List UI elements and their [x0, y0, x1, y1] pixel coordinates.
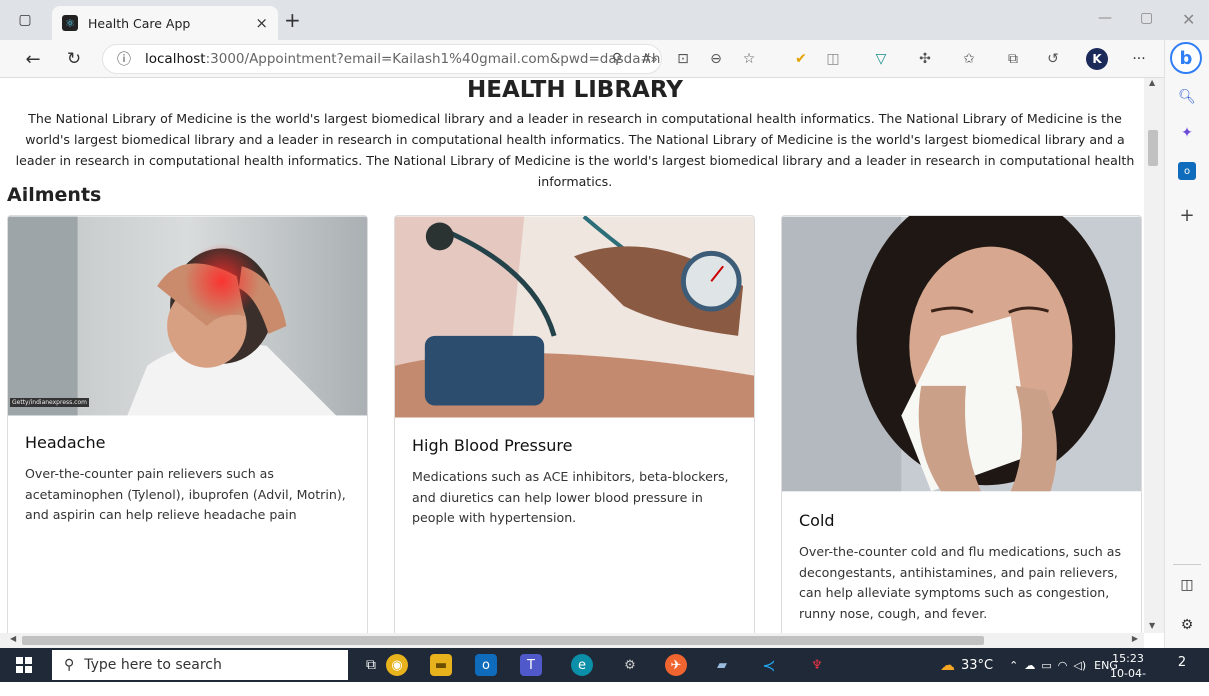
edge-icon[interactable]: e	[571, 654, 593, 676]
headache-image	[8, 216, 367, 416]
scroll-up-arrow-icon[interactable]: ▲	[1149, 78, 1155, 87]
clock-date: 10-04-2023	[1110, 667, 1146, 695]
ailment-card-cold[interactable]: Cold Over-the-counter cold and flu medic…	[781, 215, 1142, 633]
extension-shield-icon[interactable]: ▽	[870, 48, 892, 70]
search-icon[interactable]: 🔍︎	[1176, 86, 1198, 108]
windows-start-icon[interactable]	[16, 657, 32, 673]
system-tray: ☁ 33°C ⌃ ☁ ▭ ◠ ◁) ENG	[940, 648, 1118, 682]
close-window-icon[interactable]: ✕	[1182, 10, 1195, 29]
more-options-icon[interactable]: ···	[1128, 48, 1150, 70]
weather-icon[interactable]: ☁	[940, 656, 955, 674]
minimize-icon[interactable]: —	[1098, 10, 1112, 26]
url-host: localhost	[145, 51, 206, 67]
card-title: High Blood Pressure	[412, 436, 573, 455]
card-text: Over-the-counter pain relievers such as …	[25, 466, 346, 522]
scroll-down-arrow-icon[interactable]: ▼	[1149, 621, 1155, 630]
add-sidebar-app-icon[interactable]: +	[1176, 204, 1198, 226]
collections-icon[interactable]: ⧉	[1002, 48, 1024, 70]
card-title: Cold	[799, 511, 835, 530]
git-tool-icon[interactable]: ♆	[806, 654, 828, 676]
new-tab-button[interactable]: +	[284, 8, 301, 32]
tab-bar: ▢ ⚛ Health Care App × + — ▢ ✕	[0, 0, 1209, 40]
back-arrow-icon[interactable]: ←	[22, 48, 44, 70]
edge-sidebar: 🔍︎ ✦ o + ◫ ⚙	[1164, 40, 1209, 648]
tab-title: Health Care App	[88, 15, 191, 31]
site-info-icon[interactable]: ⓘ	[117, 49, 131, 69]
wifi-icon[interactable]: ◠	[1058, 659, 1068, 672]
chrome-icon[interactable]: ◉	[386, 654, 408, 676]
taskbar-search-placeholder: Type here to search	[84, 657, 222, 673]
task-view-icon[interactable]: ⧉	[360, 654, 382, 676]
postman-icon[interactable]: ✈	[665, 654, 687, 676]
onedrive-cloud-icon[interactable]: ☁	[1024, 659, 1035, 672]
vertical-scrollbar[interactable]: ▲ ▼	[1144, 78, 1164, 633]
show-hidden-icons-chevron-icon[interactable]: ⌃	[1009, 659, 1018, 672]
blood-pressure-image	[395, 216, 754, 418]
sidebar-divider	[1173, 564, 1201, 565]
weather-temperature[interactable]: 33°C	[961, 658, 993, 673]
ailment-card-high-blood-pressure[interactable]: High Blood Pressure Medications such as …	[394, 215, 755, 633]
battery-icon[interactable]: ▭	[1041, 659, 1051, 672]
extensions-puzzle-icon[interactable]: ✣	[914, 48, 936, 70]
settings-gear-icon[interactable]: ⚙	[619, 654, 641, 676]
taskbar-clock[interactable]: 15:23 10-04-2023	[1098, 651, 1158, 696]
windows-taskbar: ⚲ Type here to search ⧉ ◉ ▬ o T e ⚙ ✈ ▰ …	[0, 648, 1209, 695]
horizontal-scroll-thumb[interactable]	[22, 636, 984, 645]
taskbar-search-input[interactable]: ⚲ Type here to search	[52, 650, 348, 680]
vscode-icon[interactable]: ≺	[758, 654, 780, 676]
passwords-key-icon[interactable]: ⚲	[606, 48, 628, 70]
extension-n-icon[interactable]: ◫	[822, 48, 844, 70]
url-path: :3000/Appointment?email=Kailash1%40gmail…	[205, 51, 662, 67]
page-viewport: HEALTH LIBRARY The National Library of M…	[0, 78, 1144, 633]
horizontal-scrollbar[interactable]: ◀ ▶	[0, 633, 1144, 648]
scroll-left-arrow-icon[interactable]: ◀	[10, 634, 16, 643]
sidebar-settings-gear-icon[interactable]: ⚙	[1176, 614, 1198, 636]
page-title: HEALTH LIBRARY	[467, 78, 683, 103]
react-favicon-icon: ⚛	[62, 15, 78, 31]
teams-icon[interactable]: T	[520, 654, 542, 676]
read-aloud-icon[interactable]: A»	[639, 48, 661, 70]
immersive-reader-icon[interactable]: ⊡	[672, 48, 694, 70]
bing-chat-icon[interactable]: b	[1170, 42, 1202, 74]
outlook-icon[interactable]: o	[475, 654, 497, 676]
browser-tab[interactable]: ⚛ Health Care App ×	[52, 6, 278, 40]
notification-count: 2	[1177, 655, 1187, 670]
navigation-bar: ← ↻ ⓘ localhost :3000/Appointment?email=…	[0, 40, 1209, 78]
ailment-card-headache[interactable]: Getty/indianexpress.com Headache Over-th…	[7, 215, 368, 633]
volume-icon[interactable]: ◁)	[1073, 659, 1086, 672]
tab-actions-icon[interactable]: ▢	[14, 9, 36, 31]
library-intro-text: The National Library of Medicine is the …	[15, 111, 1135, 189]
favorite-add-icon[interactable]: ☆	[738, 48, 760, 70]
tab-close-icon[interactable]: ×	[255, 14, 268, 32]
profile-avatar[interactable]: K	[1086, 48, 1108, 70]
outlook-icon[interactable]: o	[1178, 162, 1196, 180]
address-bar[interactable]: ⓘ localhost :3000/Appointment?email=Kail…	[102, 44, 662, 74]
hide-sidebar-icon[interactable]: ◫	[1176, 574, 1198, 596]
maximize-icon[interactable]: ▢	[1140, 10, 1153, 26]
refresh-icon[interactable]: ↻	[63, 48, 85, 70]
history-icon[interactable]: ↺	[1042, 48, 1064, 70]
card-text: Medications such as ACE inhibitors, beta…	[412, 469, 729, 525]
card-text: Over-the-counter cold and flu medication…	[799, 544, 1122, 621]
cold-image	[782, 216, 1141, 492]
section-heading: Ailments	[7, 184, 102, 206]
vertical-scroll-thumb[interactable]	[1148, 130, 1158, 166]
favorites-icon[interactable]: ✩	[958, 48, 980, 70]
file-explorer-icon[interactable]: ▬	[430, 654, 452, 676]
extension-check-icon[interactable]: ✔	[790, 48, 812, 70]
clock-time: 15:23	[1112, 652, 1144, 665]
search-icon: ⚲	[64, 657, 75, 673]
scroll-right-arrow-icon[interactable]: ▶	[1132, 634, 1138, 643]
card-title: Headache	[25, 433, 106, 452]
notes-app-icon[interactable]: ▰	[711, 654, 733, 676]
image-credit: Getty/indianexpress.com	[10, 398, 89, 407]
notifications-icon[interactable]: 2	[1172, 655, 1192, 675]
copilot-icon[interactable]: ✦	[1176, 122, 1198, 144]
zoom-icon[interactable]: ⊖	[705, 48, 727, 70]
